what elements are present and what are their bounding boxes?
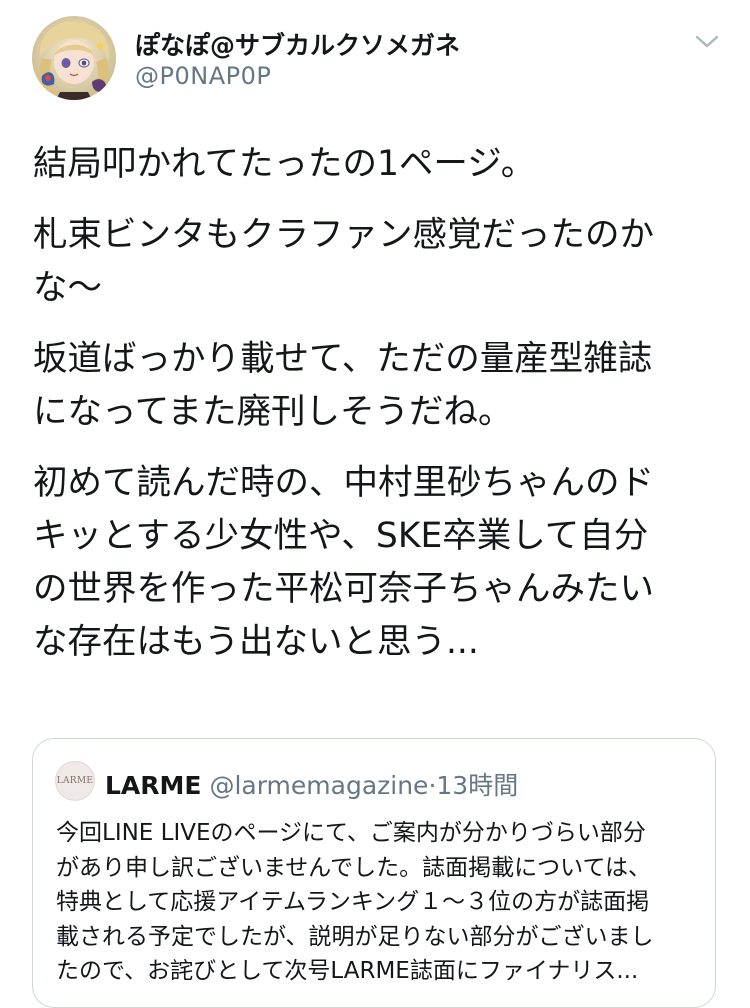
quoted-timestamp[interactable]: 13時間 [436,771,518,800]
tweet-paragraph: 初めて読んだ時の、中村里砂ちゃんのド キッとする少女性や、SKE卒業して自分 の… [33,463,654,662]
quoted-tweet-card[interactable]: LARME LARME @larmemagazine·13時間 今回LINE L… [32,738,716,1008]
tweet-paragraph: 札束ビンタもクラファン感覚だったのか な〜 [33,215,654,308]
display-name[interactable]: ぽなぽ@サブカルクソメガネ [135,26,460,62]
tweet-text: 結局叩かれてたったの1ページ。 札束ビンタもクラファン感覚だったのか な〜 坂道… [33,138,723,687]
quoted-display-name[interactable]: LARME [105,771,201,800]
tweet-header: ぽなぽ@サブカルクソメガネ @P0NAP0P [32,16,732,106]
quoted-handle[interactable]: @larmemagazine [209,771,428,800]
quoted-tweet-text: 今回LINE LIVEのページにて、ご案内が分かりづらい部分 があり申し訳ござい… [56,820,654,984]
chevron-down-icon[interactable] [692,32,722,52]
user-handle[interactable]: @P0NAP0P [135,62,271,90]
tweet-paragraph: 坂道ばっかり載せて、ただの量産型雑誌 になってまた廃刊しそうだね。 [33,339,653,432]
tweet-paragraph: 結局叩かれてたったの1ページ。 [33,144,536,184]
avatar[interactable] [32,16,116,100]
quoted-tweet-header: LARME @larmemagazine·13時間 [105,766,518,802]
avatar-illustration [32,16,116,100]
quoted-avatar[interactable]: LARME [55,761,95,801]
